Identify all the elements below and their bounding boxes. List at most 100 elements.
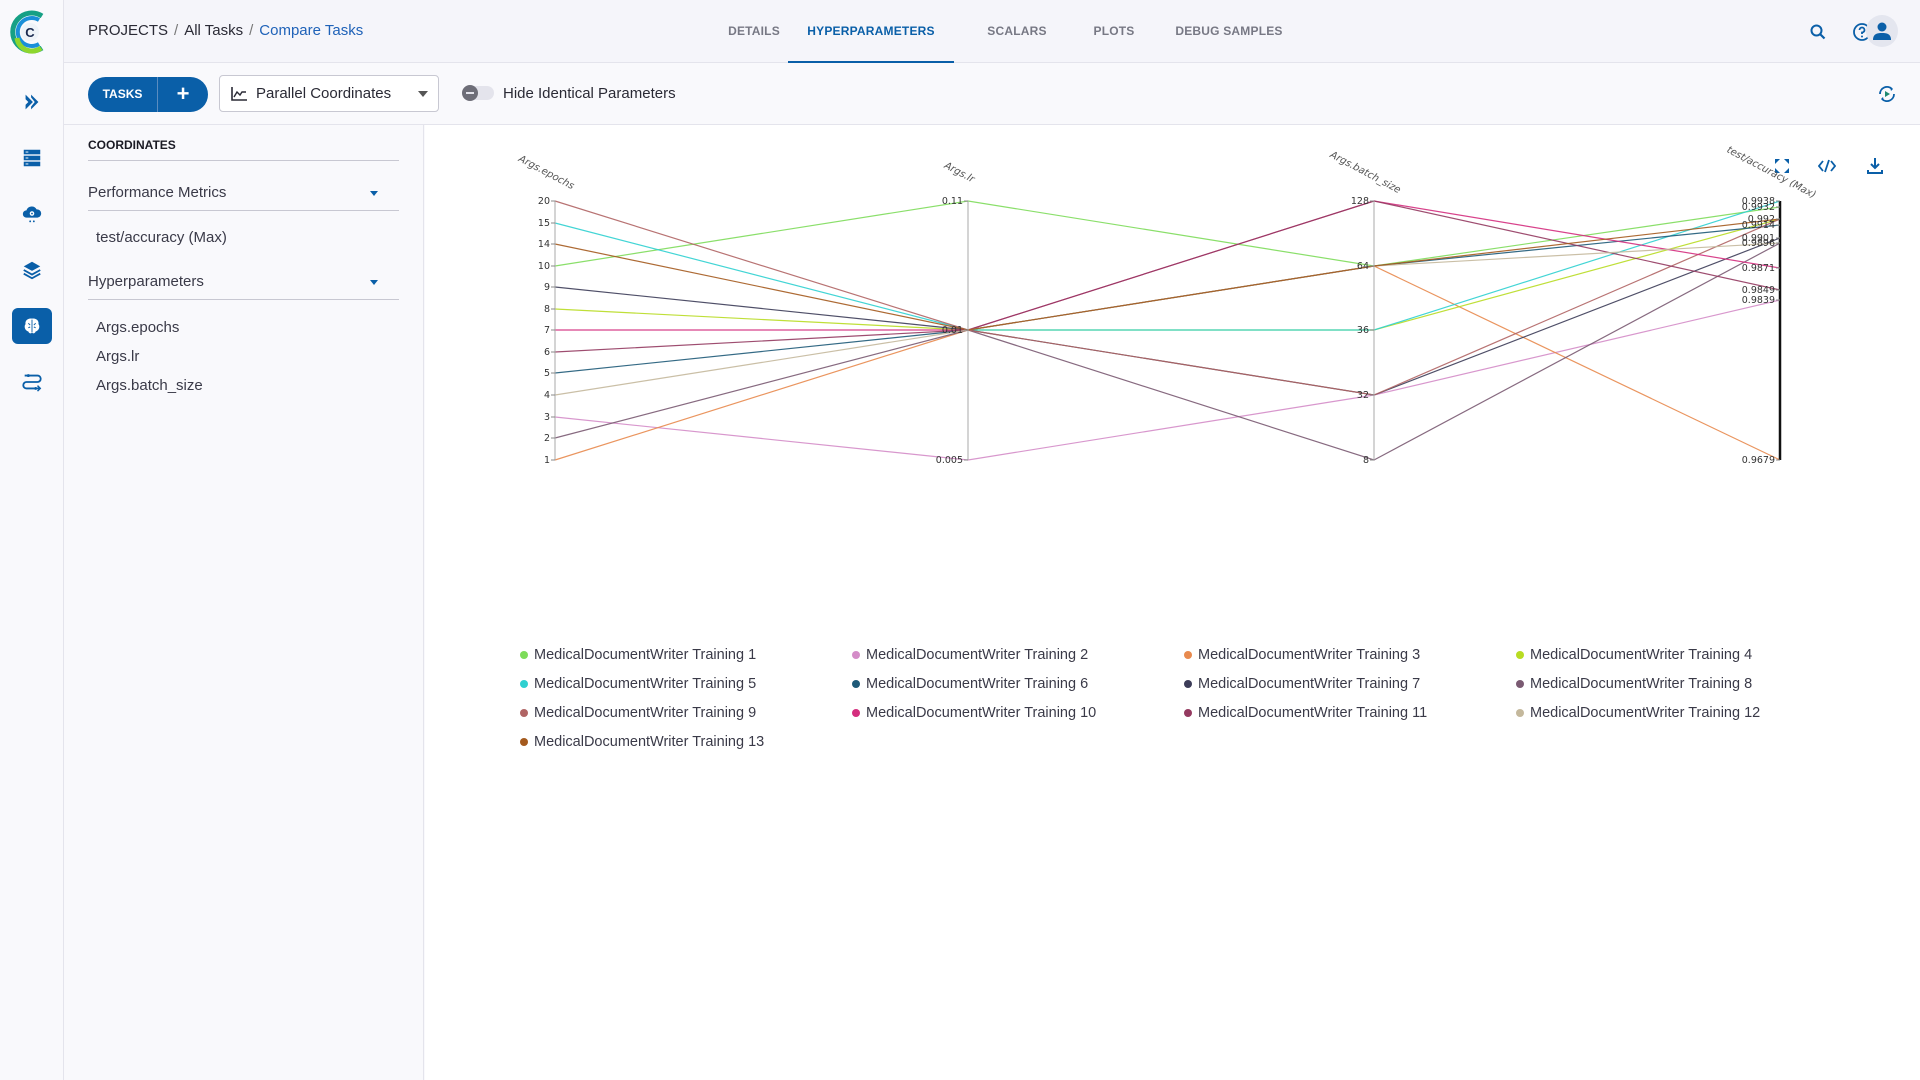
series-line bbox=[554, 200, 1781, 353]
legend-dot-icon bbox=[1516, 709, 1524, 717]
tab-debug-samples[interactable]: DEBUG SAMPLES bbox=[1154, 0, 1304, 63]
axis-title: test/accuracy (Max) bbox=[1725, 145, 1818, 201]
tick-label: 8 bbox=[544, 304, 550, 315]
tick-label: 7 bbox=[544, 325, 550, 336]
divider bbox=[88, 160, 399, 161]
search-button[interactable] bbox=[1806, 20, 1830, 44]
tab-scalars[interactable]: SCALARS bbox=[964, 0, 1070, 63]
app-logo[interactable]: C bbox=[8, 8, 52, 56]
chevron-down-icon[interactable] bbox=[370, 280, 378, 285]
tick-label: 0.11 bbox=[942, 196, 963, 207]
tab-plots[interactable]: PLOTS bbox=[1074, 0, 1154, 63]
legend-dot-icon bbox=[1184, 651, 1192, 659]
legend-dot-icon bbox=[852, 680, 860, 688]
tick-label: 0.9839 bbox=[1742, 295, 1775, 306]
workflow-icon bbox=[22, 374, 42, 392]
tick-label: 3 bbox=[544, 412, 550, 423]
legend-dot-icon bbox=[1184, 680, 1192, 688]
legend-item[interactable]: MedicalDocumentWriter Training 12 bbox=[1516, 705, 1760, 721]
series-line bbox=[554, 200, 1781, 331]
tasks-button-group: TASKS + bbox=[88, 77, 208, 112]
legend-dot-icon bbox=[520, 709, 528, 717]
tick-label: 15 bbox=[538, 218, 550, 229]
legend-item[interactable]: MedicalDocumentWriter Training 4 bbox=[1516, 647, 1752, 663]
series-line bbox=[554, 237, 1781, 396]
param-item-epochs[interactable]: Args.epochs bbox=[96, 319, 179, 336]
line-chart-icon bbox=[231, 86, 247, 101]
chevron-down-icon[interactable] bbox=[370, 191, 378, 196]
auto-refresh-button[interactable] bbox=[1876, 83, 1898, 105]
breadcrumb-separator: / bbox=[249, 22, 254, 39]
breadcrumb-projects[interactable]: PROJECTS bbox=[88, 22, 168, 39]
tick-label: 1 bbox=[544, 455, 550, 466]
legend-item[interactable]: MedicalDocumentWriter Training 9 bbox=[520, 705, 756, 721]
legend-item[interactable]: MedicalDocumentWriter Training 5 bbox=[520, 676, 756, 692]
param-item-batch-size[interactable]: Args.batch_size bbox=[96, 377, 203, 394]
breadcrumb-compare-tasks: Compare Tasks bbox=[259, 22, 364, 39]
legend-dot-icon bbox=[1516, 651, 1524, 659]
axis-title: Args.lr bbox=[941, 160, 977, 186]
series-line bbox=[555, 200, 1781, 331]
series-line bbox=[554, 218, 1781, 331]
tick-label: 2 bbox=[544, 433, 550, 444]
sidebar-item-serving[interactable] bbox=[12, 196, 52, 232]
tick-label: 0.01 bbox=[942, 325, 963, 336]
tab-hyperparameters[interactable]: HYPERPARAMETERS bbox=[788, 0, 954, 63]
legend-label: MedicalDocumentWriter Training 12 bbox=[1530, 705, 1761, 721]
legend-dot-icon bbox=[520, 651, 528, 659]
brain-icon bbox=[24, 318, 40, 334]
legend-dot-icon bbox=[520, 738, 528, 746]
param-item-lr[interactable]: Args.lr bbox=[96, 348, 139, 365]
legend-item[interactable]: MedicalDocumentWriter Training 3 bbox=[1184, 647, 1420, 663]
chevron-down-icon bbox=[418, 91, 428, 97]
svg-text:C: C bbox=[25, 25, 35, 40]
legend-item[interactable]: MedicalDocumentWriter Training 10 bbox=[852, 705, 1096, 721]
cloud-gear-icon bbox=[22, 206, 42, 223]
legend-item[interactable]: MedicalDocumentWriter Training 6 bbox=[852, 676, 1088, 692]
legend-label: MedicalDocumentWriter Training 7 bbox=[1198, 676, 1421, 692]
tick-label: 0.9938 bbox=[1742, 196, 1775, 207]
metric-item[interactable]: test/accuracy (Max) bbox=[96, 229, 227, 246]
tick-label: 0.9679 bbox=[1742, 455, 1775, 466]
tick-label: 0.005 bbox=[936, 455, 963, 466]
add-task-button[interactable]: + bbox=[158, 77, 208, 112]
legend-item[interactable]: MedicalDocumentWriter Training 13 bbox=[520, 734, 764, 750]
legend-label: MedicalDocumentWriter Training 13 bbox=[534, 734, 765, 750]
legend-label: MedicalDocumentWriter Training 11 bbox=[1198, 705, 1428, 721]
server-rack-icon bbox=[23, 149, 41, 167]
sidebar-item-reports[interactable] bbox=[12, 364, 52, 400]
tick-label: 9 bbox=[544, 282, 550, 293]
sidebar-item-experiments[interactable] bbox=[12, 308, 52, 344]
double-chevron-right-icon bbox=[25, 94, 39, 110]
legend-item[interactable]: MedicalDocumentWriter Training 7 bbox=[1184, 676, 1420, 692]
legend-dot-icon bbox=[1516, 680, 1524, 688]
hyperparameters-group[interactable]: Hyperparameters bbox=[88, 273, 204, 290]
user-icon bbox=[1873, 22, 1891, 40]
performance-metrics-group[interactable]: Performance Metrics bbox=[88, 184, 226, 201]
legend-dot-icon bbox=[1184, 709, 1192, 717]
legend-item[interactable]: MedicalDocumentWriter Training 2 bbox=[852, 647, 1088, 663]
search-icon bbox=[1810, 24, 1826, 40]
series-line bbox=[554, 299, 1781, 461]
legend-item[interactable]: MedicalDocumentWriter Training 8 bbox=[1516, 676, 1752, 692]
coordinates-title: COORDINATES bbox=[88, 138, 176, 152]
legend-item[interactable]: MedicalDocumentWriter Training 1 bbox=[520, 647, 756, 663]
divider bbox=[88, 299, 399, 300]
breadcrumb: PROJECTS / All Tasks / Compare Tasks bbox=[88, 22, 363, 39]
auto-refresh-icon bbox=[1879, 86, 1895, 102]
tick-label: 4 bbox=[544, 390, 550, 401]
legend-dot-icon bbox=[852, 709, 860, 717]
tick-label: 0.9901 bbox=[1742, 233, 1775, 244]
sidebar-item-orchestration[interactable] bbox=[12, 140, 52, 176]
legend-item[interactable]: MedicalDocumentWriter Training 11 bbox=[1184, 705, 1427, 721]
sidebar-item-datasets[interactable] bbox=[12, 252, 52, 288]
hide-identical-toggle[interactable] bbox=[462, 85, 494, 101]
legend-label: MedicalDocumentWriter Training 3 bbox=[1198, 647, 1421, 663]
chart-container: Args.epochs 1 2 3 4 5 6 7 8 9 10 14 15 20 Args.lr 0.005… bbox=[425, 125, 1920, 1080]
user-avatar[interactable] bbox=[1866, 15, 1898, 47]
tasks-button[interactable]: TASKS bbox=[88, 77, 158, 112]
view-type-select[interactable]: Parallel Coordinates bbox=[219, 75, 439, 112]
breadcrumb-all-tasks[interactable]: All Tasks bbox=[184, 22, 243, 39]
legend-label: MedicalDocumentWriter Training 4 bbox=[1530, 647, 1753, 663]
sidebar-item-pipelines[interactable] bbox=[12, 84, 52, 120]
